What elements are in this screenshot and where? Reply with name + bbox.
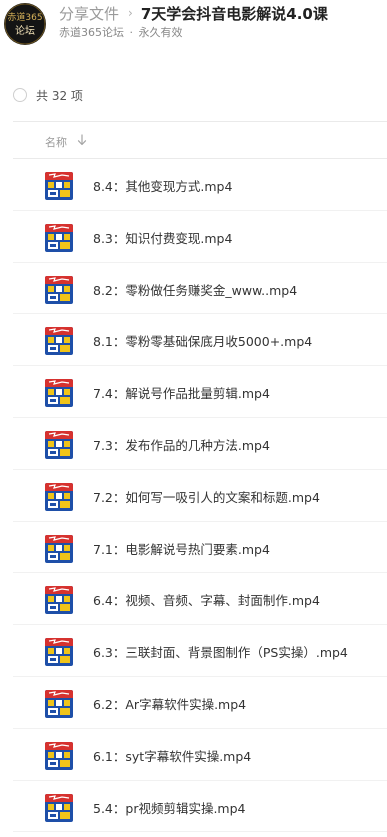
avatar-line: 赤道365 bbox=[7, 11, 42, 23]
file-row[interactable]: 6.1：syt字幕软件实操.mp4 bbox=[13, 729, 387, 781]
video-thumbnail-icon bbox=[45, 741, 73, 770]
file-row[interactable]: 6.2：Ar字幕软件实操.mp4 bbox=[13, 677, 387, 729]
file-name[interactable]: 6.4：视频、音频、字幕、封面制作.mp4 bbox=[93, 590, 320, 609]
file-row[interactable]: 6.3：三联封面、背景图制作（PS实操）.mp4 bbox=[13, 625, 387, 677]
file-row[interactable]: 8.1：零粉零基础保底月收5000+.mp4 bbox=[13, 314, 387, 367]
file-row[interactable]: 7.4：解说号作品批量剪辑.mp4 bbox=[13, 366, 387, 418]
page-title: 7天学会抖音电影解说4.0课 bbox=[140, 4, 328, 23]
video-thumbnail-icon bbox=[45, 534, 73, 563]
file-name[interactable]: 8.4：其他变现方式.mp4 bbox=[93, 176, 232, 195]
file-row[interactable]: 8.2：零粉做任务赚奖金_www..mp4 bbox=[13, 263, 387, 315]
sharer-avatar[interactable]: 赤道365 论坛 bbox=[4, 3, 46, 45]
validity-label: 永久有效 bbox=[138, 26, 183, 39]
file-list: 8.4：其他变现方式.mp4 8.3：知识付费变现.mp4 8.2：零粉做任务赚… bbox=[13, 159, 387, 833]
file-name[interactable]: 8.1：零粉零基础保底月收5000+.mp4 bbox=[93, 331, 312, 350]
file-name[interactable]: 5.4：pr视频剪辑实操.mp4 bbox=[93, 798, 246, 817]
video-thumbnail-icon bbox=[45, 275, 73, 304]
avatar-line: 论坛 bbox=[15, 24, 35, 37]
separator-dot: · bbox=[129, 26, 134, 39]
file-row[interactable]: 5.4：pr视频剪辑实操.mp4 bbox=[13, 781, 387, 833]
arrow-down-icon[interactable] bbox=[77, 134, 87, 146]
file-row[interactable]: 6.4：视频、音频、字幕、封面制作.mp4 bbox=[13, 573, 387, 626]
file-name[interactable]: 7.1：电影解说号热门要素.mp4 bbox=[93, 539, 270, 558]
share-info: 赤道365论坛 · 永久有效 bbox=[59, 24, 183, 40]
name-column-header[interactable]: 名称 bbox=[45, 134, 67, 150]
video-thumbnail-icon bbox=[45, 482, 73, 511]
video-thumbnail-icon bbox=[45, 689, 73, 718]
video-thumbnail-icon bbox=[45, 586, 73, 615]
video-thumbnail-icon bbox=[45, 638, 73, 667]
file-name[interactable]: 7.3：发布作品的几种方法.mp4 bbox=[93, 435, 270, 454]
video-thumbnail-icon bbox=[45, 430, 73, 459]
file-name[interactable]: 6.3：三联封面、背景图制作（PS实操）.mp4 bbox=[93, 642, 348, 661]
select-all-row: 共 32 项 bbox=[13, 86, 83, 104]
file-row[interactable]: 7.2：如何写一吸引人的文案和标题.mp4 bbox=[13, 470, 387, 522]
video-thumbnail-icon bbox=[45, 327, 73, 356]
file-name[interactable]: 7.4：解说号作品批量剪辑.mp4 bbox=[93, 383, 270, 402]
video-thumbnail-icon bbox=[45, 223, 73, 252]
list-header: 名称 bbox=[13, 121, 387, 159]
breadcrumb-parent-link[interactable]: 分享文件 bbox=[59, 3, 119, 24]
item-count: 共 32 项 bbox=[36, 88, 83, 103]
forum-logo-icon: 赤道365 论坛 bbox=[4, 3, 46, 45]
file-row[interactable]: 8.4：其他变现方式.mp4 bbox=[13, 159, 387, 211]
file-name[interactable]: 7.2：如何写一吸引人的文案和标题.mp4 bbox=[93, 487, 320, 506]
file-name[interactable]: 8.2：零粉做任务赚奖金_www..mp4 bbox=[93, 280, 297, 299]
file-row[interactable]: 7.1：电影解说号热门要素.mp4 bbox=[13, 522, 387, 574]
select-all-radio[interactable] bbox=[13, 88, 27, 102]
file-name[interactable]: 8.3：知识付费变现.mp4 bbox=[93, 228, 232, 247]
breadcrumb-separator: › bbox=[128, 6, 133, 20]
file-name[interactable]: 6.1：syt字幕软件实操.mp4 bbox=[93, 746, 251, 765]
file-row[interactable]: 7.3：发布作品的几种方法.mp4 bbox=[13, 418, 387, 470]
video-thumbnail-icon bbox=[45, 172, 73, 200]
sharer-name[interactable]: 赤道365论坛 bbox=[59, 26, 124, 39]
video-thumbnail-icon bbox=[45, 793, 73, 822]
breadcrumb: 分享文件 › 7天学会抖音电影解说4.0课 bbox=[59, 2, 328, 24]
video-thumbnail-icon bbox=[45, 379, 73, 408]
file-name[interactable]: 6.2：Ar字幕软件实操.mp4 bbox=[93, 694, 246, 713]
file-row[interactable]: 8.3：知识付费变现.mp4 bbox=[13, 211, 387, 263]
